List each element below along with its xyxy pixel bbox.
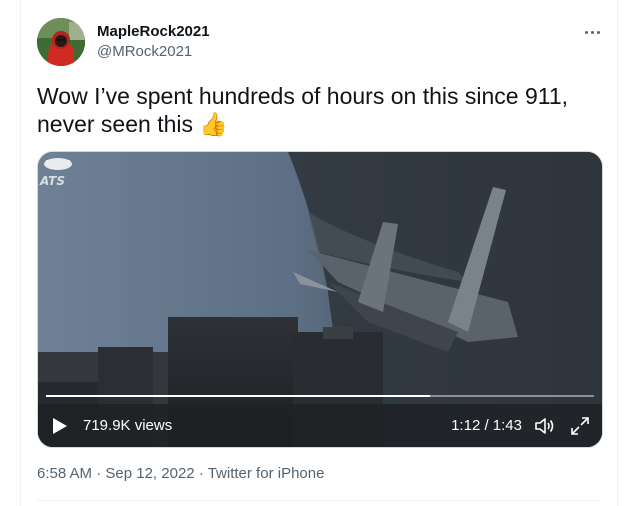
- more-options-button[interactable]: [581, 22, 603, 42]
- display-name[interactable]: MapleRock2021: [97, 23, 210, 40]
- play-icon: [53, 418, 67, 434]
- fullscreen-button[interactable]: [570, 416, 590, 436]
- progress-fill: [46, 395, 430, 397]
- tweet-text: Wow I’ve spent hundreds of hours on this…: [37, 82, 597, 138]
- more-horizontal-icon: [584, 30, 588, 34]
- fullscreen-icon: [571, 417, 589, 435]
- tweet-meta: 6:58 AM · Sep 12, 2022 · Twitter for iPh…: [37, 465, 324, 482]
- video-frame: ATS: [38, 152, 602, 447]
- tweet-source[interactable]: Twitter for iPhone: [208, 465, 325, 482]
- thumbs-up-emoji: 👍: [199, 111, 229, 137]
- more-dot: [596, 30, 600, 34]
- volume-icon: [535, 418, 554, 434]
- meta-separator: ·: [96, 465, 102, 482]
- tweet-date[interactable]: Sep 12, 2022: [105, 465, 194, 482]
- volume-button[interactable]: [534, 416, 556, 436]
- more-dot: [590, 30, 594, 34]
- avatar[interactable]: [37, 18, 85, 66]
- avatar-image: [37, 18, 85, 66]
- play-button[interactable]: [52, 417, 68, 435]
- tweet-card: MapleRock2021 @MRock2021 Wow I’ve spent …: [20, 0, 618, 506]
- meta-separator: ·: [198, 465, 204, 482]
- video-watermark: ATS: [39, 174, 65, 188]
- divider: [37, 500, 601, 501]
- video-player[interactable]: ATS 719.9K views 1:12 / 1:43: [37, 151, 603, 448]
- video-time: 1:12 / 1:43: [451, 417, 522, 434]
- progress-bar[interactable]: [46, 395, 594, 397]
- view-count: 719.9K views: [83, 417, 173, 434]
- tweet-time[interactable]: 6:58 AM: [37, 465, 92, 482]
- user-handle[interactable]: @MRock2021: [97, 43, 192, 60]
- tweet-text-body: Wow I’ve spent hundreds of hours on this…: [37, 83, 569, 137]
